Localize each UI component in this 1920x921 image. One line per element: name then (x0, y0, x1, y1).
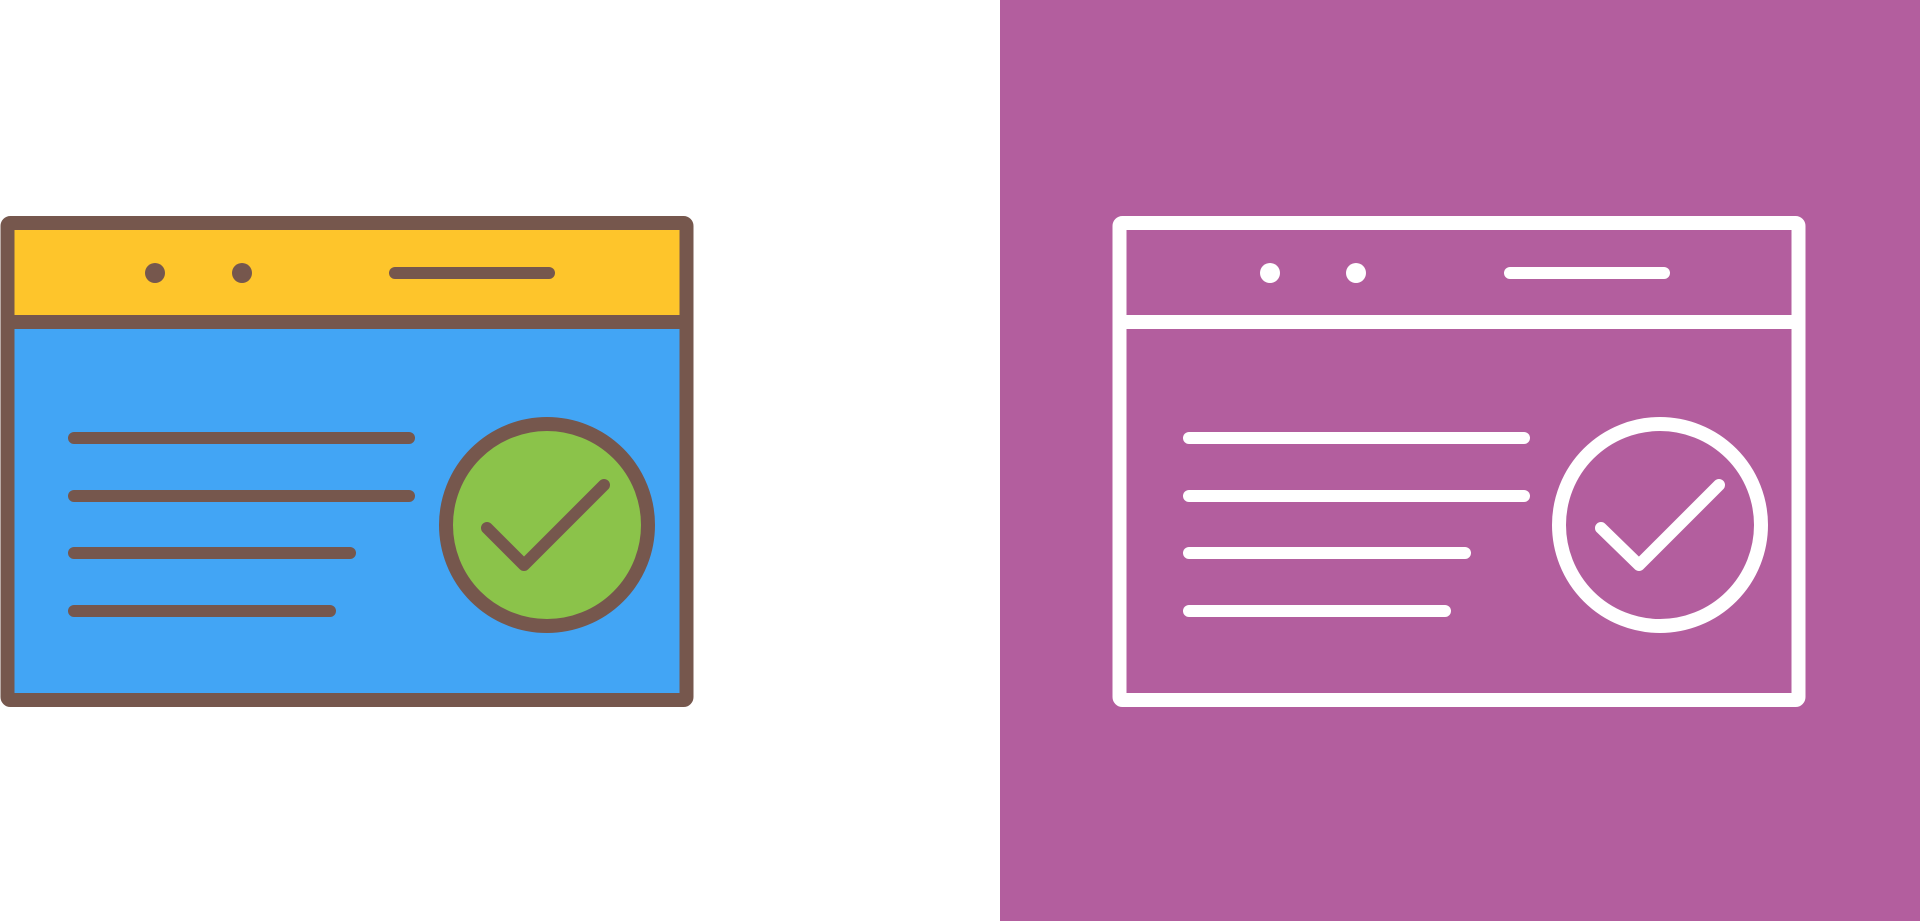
color-variant-panel (0, 0, 1000, 921)
panel-background (1000, 0, 1920, 921)
window-dot-icon (145, 263, 165, 283)
line-variant-panel (1000, 0, 1920, 921)
window-dot-icon (1260, 263, 1280, 283)
window-dot-icon (232, 263, 252, 283)
window-dot-icon (1346, 263, 1366, 283)
browser-window-checkmark-line-icon (1000, 0, 1920, 921)
browser-window-checkmark-color-icon (0, 216, 694, 707)
icon-showcase (0, 0, 1920, 921)
window-titlebar (14, 230, 680, 322)
check-circle-icon (439, 417, 655, 633)
